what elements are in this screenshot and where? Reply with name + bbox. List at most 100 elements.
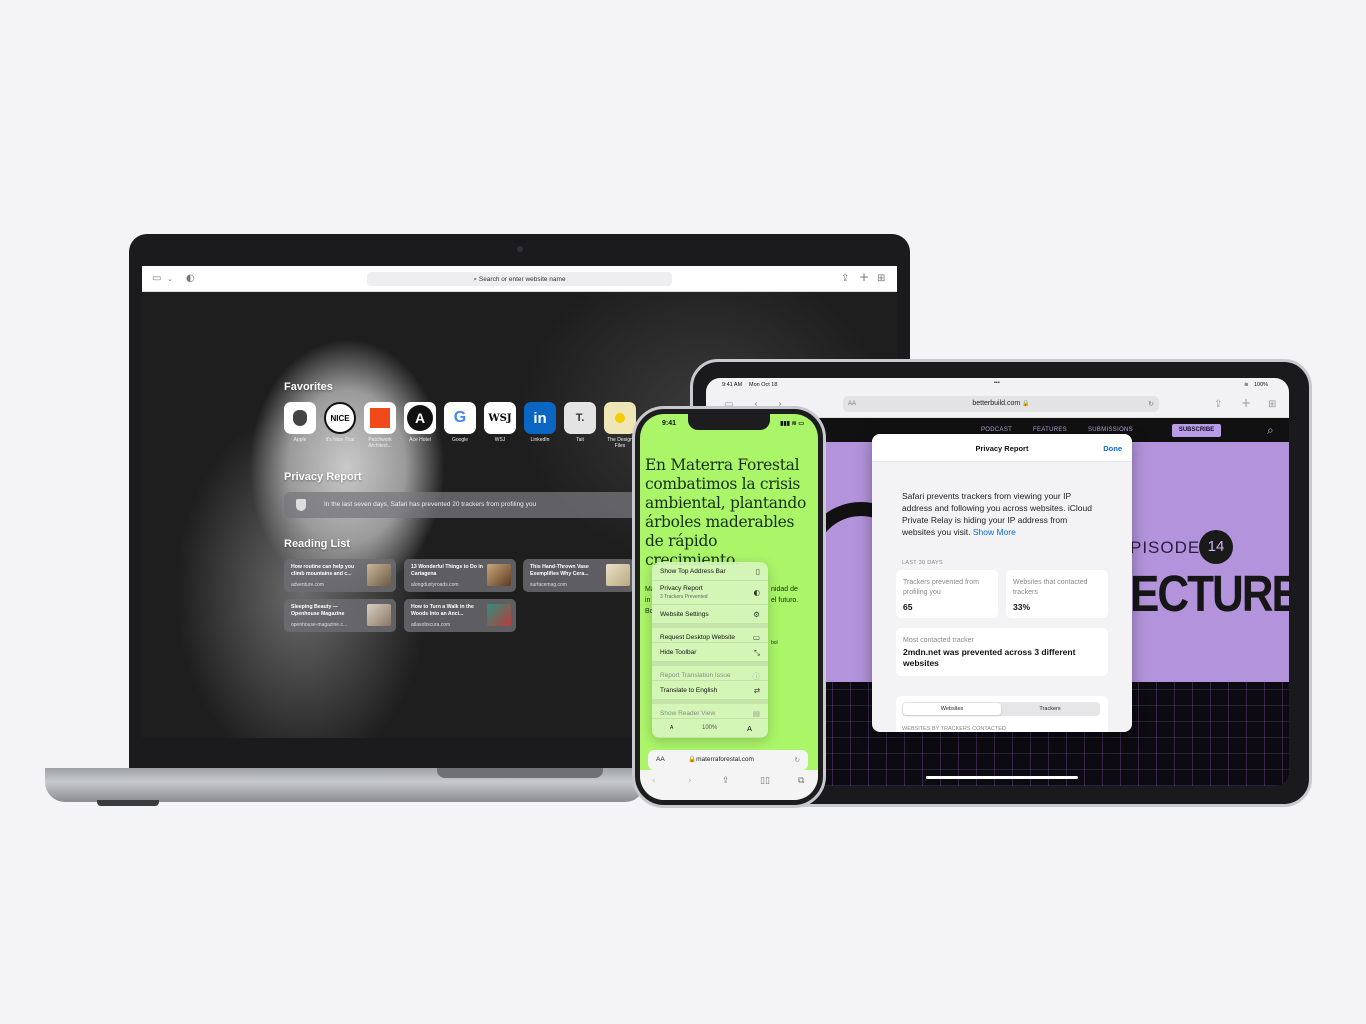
status-battery: 100%: [1254, 382, 1269, 388]
search-icon[interactable]: ⌕: [1267, 423, 1274, 438]
reading-item-title: Sleeping Beauty — Openhouse Magazine: [291, 604, 345, 617]
hero-title: ECTURE: [1130, 566, 1289, 623]
macbook-lid-notch: [437, 768, 603, 778]
tabs-icon[interactable]: ⧉: [798, 776, 804, 786]
reload-icon[interactable]: ↻: [1148, 396, 1154, 412]
tab-overview-icon[interactable]: ⊞: [1268, 399, 1276, 411]
nav-features[interactable]: FEATURES: [1033, 427, 1067, 433]
hide-toolbar-item[interactable]: Hide Toolbar ⤡: [652, 643, 768, 662]
reading-list-item[interactable]: 13 Wonderful Things to Do in Cartagena a…: [404, 559, 516, 592]
reading-item-title: 13 Wonderful Things to Do in Cartagena: [411, 564, 483, 577]
decrease-text-size-button[interactable]: A: [670, 725, 673, 731]
show-top-address-bar-item[interactable]: Show Top Address Bar ▯: [652, 562, 768, 581]
macbook-foot: [97, 800, 159, 806]
reading-list-item[interactable]: How routine can help you climb mountains…: [284, 559, 396, 592]
tab-overview-icon[interactable]: ⊞: [877, 273, 885, 285]
most-contacted-value: 2mdn.net was prevented across 3 differen…: [903, 647, 1076, 668]
translate-to-english-item[interactable]: Translate to English ⇄: [652, 681, 768, 700]
segment-websites[interactable]: Websites: [903, 703, 1001, 715]
gear-icon: ⚙: [753, 610, 760, 619]
favorite-ace-hotel[interactable]: A Ace Hotel: [402, 402, 438, 443]
favorite-label: Google: [451, 437, 469, 443]
home-indicator[interactable]: [926, 776, 1078, 779]
address-bar[interactable]: AA 🔒materraforestal.com ↻: [648, 750, 808, 770]
bookmarks-icon[interactable]: ▯▯: [760, 776, 770, 786]
macbook-camera: [517, 246, 523, 252]
reading-list-item[interactable]: This Hand-Thrown Vase Exemplifies Why Ce…: [523, 559, 635, 592]
menu-item-label: Translate to English: [660, 687, 718, 694]
websites-contacted-value: 33%: [1013, 602, 1031, 612]
websites-contacted-card[interactable]: Websites that contacted trackers 33%: [1006, 570, 1108, 618]
favorite-google[interactable]: G Google: [442, 402, 478, 443]
body-fragment: el futuro.: [771, 597, 799, 604]
body-fragment: in: [645, 597, 651, 604]
wsj-icon: WSJ: [484, 402, 516, 434]
page-menu-button[interactable]: AA: [656, 750, 665, 770]
privacy-report-item[interactable]: Privacy Report 3 Trackers Prevented ◐: [652, 581, 768, 605]
linkedin-icon: in: [524, 402, 556, 434]
reading-list-item[interactable]: Sleeping Beauty — Openhouse Magazine ope…: [284, 599, 396, 632]
text-size-controls: A 100% A: [652, 719, 768, 738]
report-translation-issue-item[interactable]: Report Translation Issue ⓘ: [652, 662, 768, 681]
favorite-linkedin[interactable]: in LinkedIn: [522, 402, 558, 443]
bottom-toolbar: ‹ › ⇪ ▯▯ ⧉: [640, 770, 818, 800]
most-contacted-tracker-card[interactable]: Most contacted tracker 2mdn.net was prev…: [896, 628, 1108, 676]
increase-text-size-button[interactable]: A: [747, 724, 752, 733]
search-icon: ⌕: [473, 275, 478, 283]
reading-item-url: alongdustyroads.com: [411, 582, 459, 588]
page-menu: Show Top Address Bar ▯ Privacy Report 3 …: [652, 562, 768, 738]
iphone-screen: 9:41 ▮▮▮ ≋ ▭ En Materra Forestal combati…: [640, 414, 818, 800]
share-icon[interactable]: ⇪: [841, 273, 849, 285]
reading-list-item[interactable]: How to Turn a Walk in the Woods Into an …: [404, 599, 516, 632]
show-more-link[interactable]: Show More: [973, 527, 1016, 537]
back-icon[interactable]: ‹: [652, 776, 656, 786]
privacy-description: Safari prevents trackers from viewing yo…: [902, 490, 1102, 538]
request-desktop-website-item[interactable]: Request Desktop Website ▭: [652, 624, 768, 643]
address-bar[interactable]: AA betterbuild.com 🔒 ↻: [843, 396, 1159, 412]
reload-icon[interactable]: ↻: [795, 750, 800, 770]
subscribe-button[interactable]: SUBSCRIBE: [1172, 424, 1221, 437]
chevron-down-icon[interactable]: ⌄: [167, 273, 173, 285]
search-input[interactable]: ⌕ Search or enter website name: [367, 272, 672, 286]
favorite-wsj[interactable]: WSJ WSJ: [482, 402, 518, 443]
iphone-notch: [688, 414, 770, 430]
new-tab-icon[interactable]: +: [1241, 397, 1251, 409]
favorite-label: Patchwork Architect...: [368, 437, 392, 449]
menu-item-sublabel: 3 Trackers Prevented: [660, 594, 708, 600]
lock-icon: 🔒: [688, 756, 697, 763]
reading-item-thumbnail: [487, 604, 511, 626]
reader-aa-icon[interactable]: AA: [848, 396, 856, 412]
privacy-report-heading: Privacy Report: [284, 471, 362, 483]
website-settings-item[interactable]: Website Settings ⚙: [652, 605, 768, 624]
share-icon[interactable]: ⇪: [722, 776, 730, 786]
sidebar-icon[interactable]: ▭: [152, 273, 161, 285]
new-tab-icon[interactable]: +: [859, 271, 869, 283]
google-icon: G: [444, 402, 476, 434]
resize-arrows-icon: ⤡: [754, 648, 760, 657]
episode-number-badge: 14: [1199, 530, 1233, 564]
trackers-prevented-card[interactable]: Trackers prevented from profiling you 65: [896, 570, 998, 618]
favorite-apple[interactable]: Apple: [282, 402, 318, 443]
nav-podcast[interactable]: PODCAST: [981, 427, 1012, 433]
nav-submissions[interactable]: SUBMISSIONS: [1088, 427, 1133, 433]
forward-icon[interactable]: ›: [688, 776, 692, 786]
design-files-icon: [604, 402, 636, 434]
websites-trackers-segmented-control[interactable]: Websites Trackers: [902, 702, 1100, 716]
ace-hotel-icon: A: [404, 402, 436, 434]
body-fragment: bol: [771, 640, 778, 646]
reader-icon: ▤: [752, 709, 760, 718]
reading-item-thumbnail: [606, 564, 630, 586]
favorite-tait[interactable]: T. Tait: [562, 402, 598, 443]
favorite-patchwork[interactable]: Patchwork Architect...: [362, 402, 398, 449]
favorite-its-nice-that[interactable]: NICE It's Nice That: [322, 402, 358, 443]
share-icon[interactable]: ⇪: [1214, 399, 1222, 411]
more-dots-icon[interactable]: •••: [994, 380, 1000, 386]
privacy-report-card[interactable]: In the last seven days, Safari has preve…: [284, 492, 639, 518]
segment-trackers[interactable]: Trackers: [1001, 703, 1099, 715]
menu-item-label: Privacy Report: [660, 585, 703, 592]
done-button[interactable]: Done: [1103, 444, 1122, 453]
reading-item-title: How to Turn a Walk in the Woods Into an …: [411, 604, 474, 617]
show-reader-view-item[interactable]: Show Reader View ▤: [652, 700, 768, 719]
websites-contacted-label: Websites that contacted trackers: [1013, 579, 1088, 596]
shield-icon[interactable]: ◐: [186, 273, 195, 285]
